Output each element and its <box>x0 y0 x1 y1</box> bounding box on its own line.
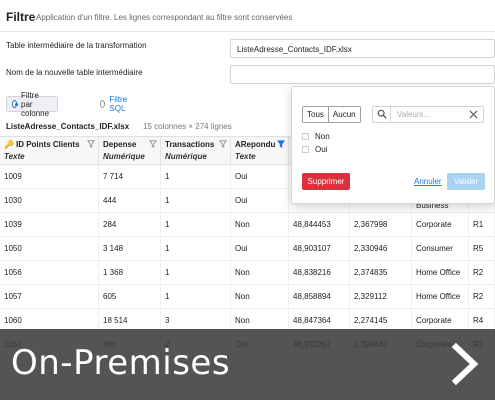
checkbox[interactable] <box>302 146 309 153</box>
table-cell: R5 <box>469 237 495 261</box>
table-row[interactable]: 1056 1 368 1 Non 48,838216 2,374835 Home Offic… <box>0 261 495 285</box>
table-row[interactable]: 1057 605 1 Non 48,858894 2,329112 Home Office R… <box>0 285 495 309</box>
radio-selected-icon <box>12 100 18 108</box>
column-header-id-points-clients[interactable]: 🔑 ID Points Clients Texte <box>0 137 99 165</box>
table-cell: R2 <box>469 285 495 309</box>
table-cell: 1 <box>161 285 231 309</box>
table-cell: 1 <box>161 213 231 237</box>
column-name: Transactions <box>165 140 215 149</box>
column-name: ID Points Clients <box>15 140 80 149</box>
column-header-arepondu[interactable]: ARepondu Texte <box>231 137 289 165</box>
values-search-input[interactable]: Valeurs... <box>372 106 484 123</box>
search-placeholder: Valeurs... <box>397 110 431 119</box>
column-filter-popup: Tous Aucun Valeurs... Non Oui Supprimer … <box>291 86 495 204</box>
table-cell: 48,903107 <box>289 237 350 261</box>
radio-filter-sql-label: Filtre SQL <box>109 95 128 113</box>
cancel-button[interactable]: Annuler <box>414 177 442 186</box>
filter-icon[interactable] <box>87 140 95 148</box>
table-cell: Home Office <box>412 261 469 285</box>
table-cell: 1 <box>161 165 231 189</box>
filter-icon[interactable] <box>277 140 285 148</box>
table-cell: Oui <box>231 237 289 261</box>
filter-icon[interactable] <box>149 140 157 148</box>
page-header: Filtre Application d'un filtre. Les lign… <box>0 0 495 32</box>
table-cell: 2,367998 <box>350 213 412 237</box>
select-all-button[interactable]: Tous <box>303 107 328 122</box>
table-cell: 3 148 <box>99 237 161 261</box>
table-cell: 1 <box>161 189 231 213</box>
source-table-label: Table intermédiaire de la transformation <box>6 41 147 50</box>
table-cell: Corporate <box>412 213 469 237</box>
banner-text: On-Premises <box>11 343 231 383</box>
table-cell: 1009 <box>0 165 99 189</box>
column-type: Texte <box>4 152 25 161</box>
table-cell: 444 <box>99 189 161 213</box>
table-cell: R1 <box>469 213 495 237</box>
table-cell: Oui <box>231 189 289 213</box>
column-header-depense[interactable]: Depense Numérique <box>99 137 161 165</box>
page-description: Application d'un filtre. Les lignes corr… <box>36 13 293 22</box>
source-table-field[interactable]: ListeAdresse_Contacts_IDF.xlsx <box>230 39 495 58</box>
radio-filter-by-column[interactable]: Filtre par colonne <box>6 91 59 118</box>
checkbox[interactable] <box>302 133 309 140</box>
delete-filter-button[interactable]: Supprimer <box>302 173 350 190</box>
table-cell: 1 <box>161 261 231 285</box>
table-cell: 2,374835 <box>350 261 412 285</box>
filter-value-label: Oui <box>315 145 328 154</box>
table-cell: 1 368 <box>99 261 161 285</box>
table-cell: 1039 <box>0 213 99 237</box>
page-title: Filtre <box>6 10 36 24</box>
table-cell: 1057 <box>0 285 99 309</box>
table-cell: Oui <box>231 165 289 189</box>
table-cell: 605 <box>99 285 161 309</box>
table-cell: Consumer <box>412 237 469 261</box>
table-name: ListeAdresse_Contacts_IDF.xlsx <box>6 122 130 131</box>
column-type: Texte <box>235 152 256 161</box>
key-icon: 🔑 <box>4 140 14 149</box>
chevron-right-icon[interactable] <box>448 343 482 385</box>
radio-filter-by-column-label: Filtre par colonne <box>21 90 50 118</box>
table-cell: 48,844453 <box>289 213 350 237</box>
table-cell: 1 <box>161 237 231 261</box>
search-icon <box>377 109 387 119</box>
table-cell: 7 714 <box>99 165 161 189</box>
column-type: Numérique <box>103 152 145 161</box>
table-cell: Non <box>231 213 289 237</box>
filter-value-option[interactable]: Non <box>302 132 330 141</box>
filter-value-label: Non <box>315 132 330 141</box>
table-cell: 284 <box>99 213 161 237</box>
table-cell: Non <box>231 261 289 285</box>
table-cell: 1050 <box>0 237 99 261</box>
table-cell: 2,330946 <box>350 237 412 261</box>
select-none-button[interactable]: Aucun <box>327 107 360 122</box>
radio-unselected-icon <box>100 100 106 108</box>
column-type: Numérique <box>165 152 207 161</box>
table-cell: 1056 <box>0 261 99 285</box>
filter-icon[interactable] <box>219 140 227 148</box>
table-cell: 1030 <box>0 189 99 213</box>
select-all-none-group: Tous Aucun <box>302 106 361 123</box>
table-cell: 2,329112 <box>350 285 412 309</box>
target-table-label: Nom de la nouvelle table intermédiaire <box>6 68 143 77</box>
on-premises-banner[interactable]: On-Premises <box>0 329 495 400</box>
radio-filter-sql[interactable]: Filtre SQL <box>100 95 130 113</box>
table-dimensions: 15 colonnes × 274 lignes <box>143 122 232 131</box>
search-icon-box <box>373 107 391 122</box>
table-row[interactable]: 1050 3 148 1 Oui 48,903107 2,330946 Consumer R5 <box>0 237 495 261</box>
validate-button[interactable]: Valider <box>447 173 485 190</box>
table-cell: Non <box>231 285 289 309</box>
column-header-transactions[interactable]: Transactions Numérique <box>161 137 231 165</box>
target-table-input[interactable] <box>230 65 495 84</box>
filter-value-option[interactable]: Oui <box>302 145 327 154</box>
table-cell: 48,858894 <box>289 285 350 309</box>
close-icon[interactable] <box>469 110 478 119</box>
table-row[interactable]: 1039 284 1 Non 48,844453 2,367998 Corporate R1 <box>0 213 495 237</box>
table-cell: Home Office <box>412 285 469 309</box>
table-cell: R2 <box>469 261 495 285</box>
table-cell: 48,838216 <box>289 261 350 285</box>
